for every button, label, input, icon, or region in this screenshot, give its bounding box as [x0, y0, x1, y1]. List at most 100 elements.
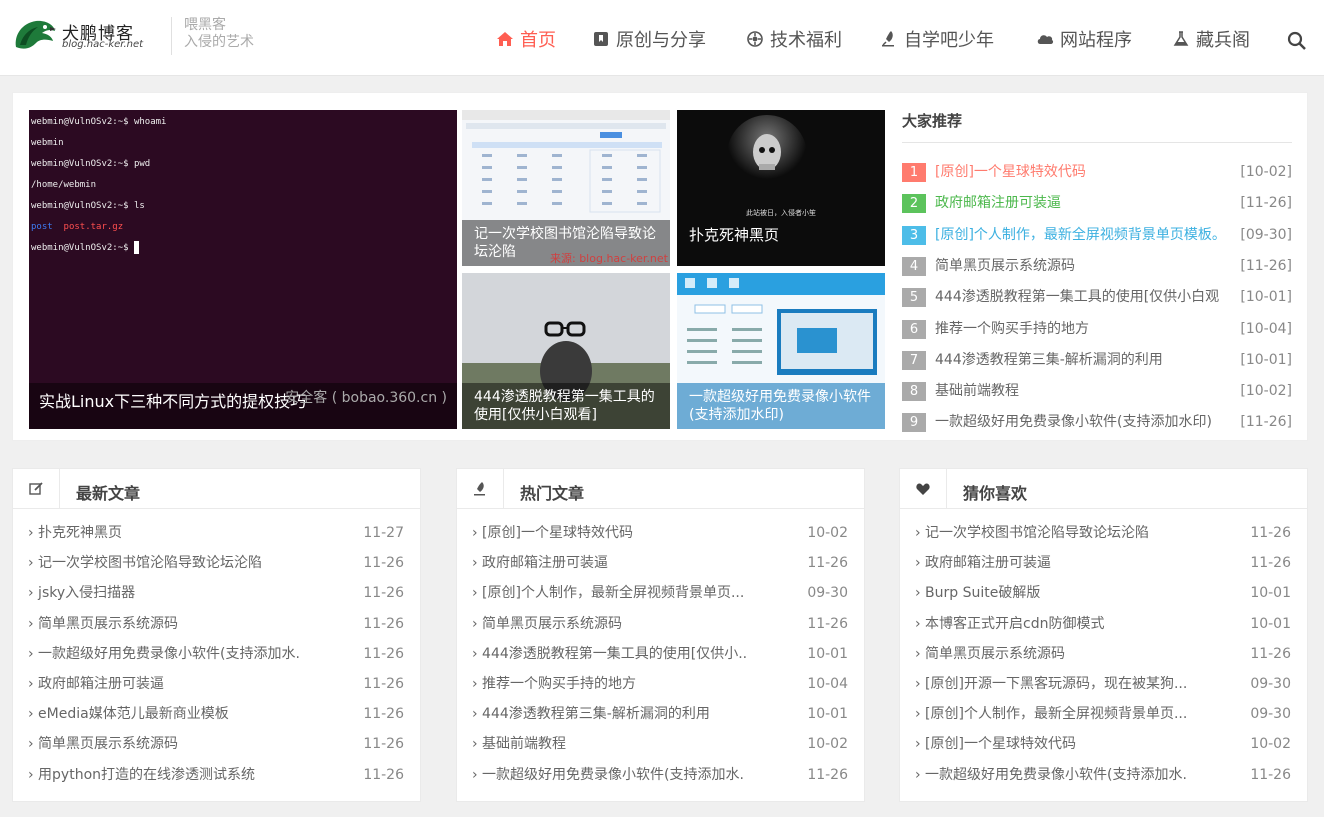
list-item[interactable]: › 简单黑页展示系统源码 11-26 [472, 614, 848, 634]
featured-tile-tutorial[interactable]: 444渗透脱教程第一集工具的使用[仅供小白观看] [462, 273, 670, 429]
list-item[interactable]: › 444渗透脱教程第一集工具的使用[仅供小.. 10-01 [472, 644, 848, 664]
recommend-item[interactable]: 7 444渗透教程第三集-解析漏洞的利用 [10-01] [902, 350, 1292, 371]
recommend-item-title[interactable]: 基础前端教程 [935, 382, 1235, 401]
list-item[interactable]: › 444渗透教程第三集-解析漏洞的利用 10-01 [472, 704, 848, 724]
list-item-date: 10-01 [807, 706, 848, 723]
list-item[interactable]: › [原创]一个星球特效代码 10-02 [472, 523, 848, 543]
list-item[interactable]: › 基础前端教程 10-02 [472, 734, 848, 754]
list-item-title[interactable]: › 政府邮箱注册可装逼 [915, 553, 1225, 573]
list-item[interactable]: › 简单黑页展示系统源码 11-26 [915, 644, 1291, 664]
list-item-date: 10-02 [807, 736, 848, 753]
recommend-item-title[interactable]: 简单黑页展示系统源码 [935, 257, 1235, 276]
list-item-title[interactable]: › 政府邮箱注册可装逼 [28, 674, 338, 694]
list-item-title[interactable]: › [原创]一个星球特效代码 [472, 523, 782, 543]
list-item-title[interactable]: › eMedia媒体范儿最新商业模板 [28, 704, 338, 724]
terminal-line: webmin@VulnOSv2:~$ pwd [31, 159, 151, 169]
list-item-title[interactable]: › 简单黑页展示系统源码 [28, 734, 338, 754]
list-item[interactable]: › 一款超级好用免费录像小软件(支持添加水. 11-26 [915, 765, 1291, 785]
list-item-title[interactable]: › [原创]一个星球特效代码 [915, 734, 1225, 754]
featured-tile-library[interactable]: 记一次学校图书馆沦陷导致论坛沦陷 来源: blog.hac-ker.net [462, 110, 670, 266]
recommend-rank-badge: 5 [902, 288, 926, 308]
featured-tile-tutorial-caption[interactable]: 444渗透脱教程第一集工具的使用[仅供小白观看] [462, 383, 670, 429]
list-item-title[interactable]: › 政府邮箱注册可装逼 [472, 553, 782, 573]
recommend-item-title[interactable]: 444渗透脱教程第一集工具的使用[仅供小白观 [935, 288, 1235, 307]
list-item[interactable]: › 推荐一个购买手持的地方 10-04 [472, 674, 848, 694]
recommend-item-title[interactable]: [原创]一个星球特效代码 [935, 163, 1235, 182]
list-item[interactable]: › 简单黑页展示系统源码 11-26 [28, 614, 404, 634]
list-item-title[interactable]: › 一款超级好用免费录像小软件(支持添加水. [472, 765, 782, 785]
list-item-date: 10-04 [807, 676, 848, 692]
list-item[interactable]: › 政府邮箱注册可装逼 11-26 [915, 553, 1291, 573]
list-item-title[interactable]: › 记一次学校图书馆沦陷导致论坛沦陷 [915, 523, 1225, 543]
recommend-item-title[interactable]: 444渗透教程第三集-解析漏洞的利用 [935, 351, 1235, 370]
featured-tile-recorder[interactable]: 一款超级好用免费录像小软件(支持添加水印) [677, 273, 885, 429]
recommend-item[interactable]: 6 推荐一个购买手持的地方 [10-04] [902, 319, 1292, 340]
list-item[interactable]: › 一款超级好用免费录像小软件(支持添加水. 11-26 [472, 765, 848, 785]
nav-item-tech-welfare[interactable]: 技术福利 [746, 26, 842, 52]
recommend-item[interactable]: 5 444渗透脱教程第一集工具的使用[仅供小白观 [10-01] [902, 288, 1292, 308]
recommend-item[interactable]: 4 简单黑页展示系统源码 [11-26] [902, 256, 1292, 277]
nav-item-home[interactable]: 首页 [496, 26, 556, 52]
list-item-title[interactable]: › 简单黑页展示系统源码 [28, 614, 338, 634]
list-item-title[interactable]: › 一款超级好用免费录像小软件(支持添加水. [915, 765, 1225, 785]
recommend-item-title[interactable]: [原创]个人制作，最新全屏视频背景单页模板。 [935, 226, 1235, 245]
recommend-item-title[interactable]: 推荐一个购买手持的地方 [935, 320, 1235, 339]
nav-item-arsenal[interactable]: 藏兵阁 [1172, 26, 1250, 52]
recommend-item[interactable]: 9 一款超级好用免费录像小软件(支持添加水印) [11-26] [902, 413, 1292, 433]
nav-item-website-programs[interactable]: 网站程序 [1036, 26, 1132, 52]
list-item-title[interactable]: › 简单黑页展示系统源码 [472, 614, 782, 634]
list-item-date: 11-26 [1250, 525, 1291, 541]
list-item-title[interactable]: › jsky入侵扫描器 [28, 583, 338, 603]
list-item[interactable]: › 用python打造的在线渗透测试系统 11-26 [28, 765, 404, 785]
recommend-item[interactable]: 2 政府邮箱注册可装逼 [11-26] [902, 194, 1292, 214]
list-item[interactable]: › eMedia媒体范儿最新商业模板 11-26 [28, 704, 404, 724]
search-icon[interactable] [1287, 31, 1307, 51]
list-item[interactable]: › 扑克死神黑页 11-27 [28, 523, 404, 543]
recommend-item[interactable]: 3 [原创]个人制作，最新全屏视频背景单页模板。 [09-30] [902, 225, 1292, 246]
list-item-title[interactable]: › 记一次学校图书馆沦陷导致论坛沦陷 [28, 553, 338, 573]
featured-tile-poker-caption[interactable]: 扑克死神黑页 [677, 222, 885, 248]
image-watermark: 安全客 ( bobao.360.cn ) [285, 390, 447, 406]
list-item-title[interactable]: › [原创]个人制作，最新全屏视频背景单页... [472, 583, 782, 603]
list-item[interactable]: › 简单黑页展示系统源码 11-26 [28, 734, 404, 754]
list-item-title[interactable]: › 推荐一个购买手持的地方 [472, 674, 782, 694]
cloud-icon [1037, 35, 1054, 44]
list-item[interactable]: › 一款超级好用免费录像小软件(支持添加水. 11-26 [28, 644, 404, 664]
list-item-title[interactable]: › [原创]开源一下黑客玩源码，现在被某狗... [915, 674, 1225, 694]
list-item-date: 10-01 [1250, 585, 1291, 602]
recommend-rank-badge: 1 [902, 163, 926, 182]
list-item-title[interactable]: › 简单黑页展示系统源码 [915, 644, 1225, 664]
featured-tile-recorder-caption[interactable]: 一款超级好用免费录像小软件(支持添加水印) [677, 383, 885, 429]
list-item[interactable]: › 政府邮箱注册可装逼 11-26 [472, 553, 848, 573]
featured-tile-poker[interactable]: 此站被日，入侵者小笙 扑克死神黑页 [677, 110, 885, 266]
list-item-title[interactable]: › 扑克死神黑页 [28, 523, 338, 543]
list-item-title[interactable]: › 一款超级好用免费录像小软件(支持添加水. [28, 644, 338, 664]
featured-main-tile[interactable]: webmin@VulnOSv2:~$ whoami webmin webmin@… [29, 110, 457, 429]
list-item-title[interactable]: › 本博客正式开启cdn防御模式 [915, 614, 1225, 634]
list-item[interactable]: › [原创]个人制作，最新全屏视频背景单页... 09-30 [472, 583, 848, 603]
recommend-item[interactable]: 1 [原创]一个星球特效代码 [10-02] [902, 163, 1292, 183]
list-item[interactable]: › [原创]个人制作，最新全屏视频背景单页... 09-30 [915, 704, 1291, 724]
list-item[interactable]: › 记一次学校图书馆沦陷导致论坛沦陷 11-26 [915, 523, 1291, 543]
list-item[interactable]: › 本博客正式开启cdn防御模式 10-01 [915, 614, 1291, 634]
list-item[interactable]: › [原创]一个星球特效代码 10-02 [915, 734, 1291, 754]
list-item[interactable]: › [原创]开源一下黑客玩源码，现在被某狗... 09-30 [915, 674, 1291, 694]
recommend-item[interactable]: 8 基础前端教程 [10-02] [902, 382, 1292, 402]
hot-articles-panel: 热门文章 › [原创]一个星球特效代码 10-02 › 政府邮箱注册可装逼 11-26… [456, 468, 865, 802]
list-item-date: 11-26 [363, 555, 404, 572]
list-item[interactable]: › 记一次学校图书馆沦陷导致论坛沦陷 11-26 [28, 553, 404, 573]
nav-item-self-study[interactable]: 自学吧少年 [880, 26, 994, 52]
list-item[interactable]: › jsky入侵扫描器 11-26 [28, 583, 404, 603]
list-item-title[interactable]: › 基础前端教程 [472, 734, 782, 754]
list-item-title[interactable]: › [原创]个人制作，最新全屏视频背景单页... [915, 704, 1225, 724]
list-item[interactable]: › Burp Suite破解版 10-01 [915, 583, 1291, 603]
recommend-item-title[interactable]: 政府邮箱注册可装逼 [935, 194, 1235, 213]
list-item-title[interactable]: › Burp Suite破解版 [915, 583, 1225, 603]
recommend-item-title[interactable]: 一款超级好用免费录像小软件(支持添加水印) [935, 413, 1235, 432]
panel-icon-box [900, 469, 947, 509]
list-item-title[interactable]: › 444渗透脱教程第一集工具的使用[仅供小.. [472, 644, 782, 664]
list-item-title[interactable]: › 用python打造的在线渗透测试系统 [28, 765, 338, 785]
nav-item-original[interactable]: 原创与分享 [592, 26, 706, 52]
list-item[interactable]: › 政府邮箱注册可装逼 11-26 [28, 674, 404, 694]
list-item-title[interactable]: › 444渗透教程第三集-解析漏洞的利用 [472, 704, 782, 724]
